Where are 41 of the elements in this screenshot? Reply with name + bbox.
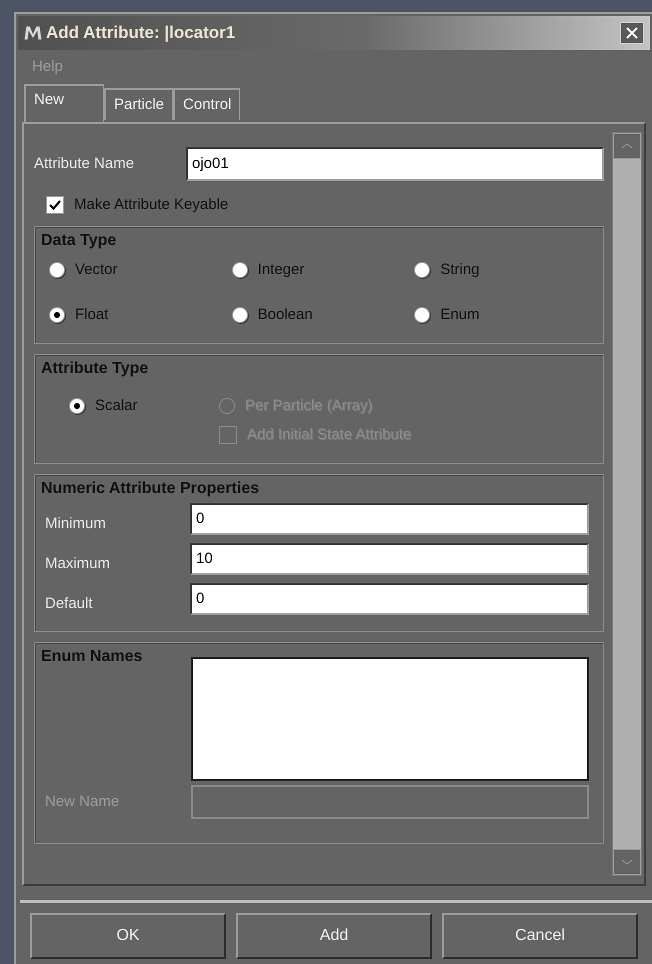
input-field[interactable]: 0	[190, 503, 589, 535]
radio-label: Float	[75, 304, 108, 324]
radio-button[interactable]	[49, 262, 65, 278]
tab[interactable]: Particle	[104, 88, 174, 120]
radio-label: Vector	[75, 260, 118, 280]
input-field[interactable]: 10	[190, 543, 589, 575]
radio-button[interactable]	[49, 306, 65, 323]
close-icon	[626, 27, 638, 39]
radio-label: Enum	[440, 304, 480, 324]
window-title: Add Attribute: |locator1	[46, 22, 236, 44]
radio-label: Integer	[258, 260, 304, 280]
field-label: Maximum	[45, 554, 112, 574]
radio-label: Scalar	[95, 396, 138, 416]
radio-label: Boolean	[258, 304, 313, 324]
field-label: Attribute Name	[34, 154, 136, 174]
tab[interactable]: New	[24, 84, 104, 122]
group-title: Enum Names	[41, 647, 144, 667]
tab[interactable]: Control	[173, 88, 240, 120]
input-field[interactable]	[191, 785, 589, 819]
dialog-button[interactable]: Cancel	[442, 913, 638, 959]
input-field[interactable]: 0	[190, 583, 589, 615]
field-label: Default	[45, 594, 94, 614]
checkbox[interactable]	[46, 196, 64, 214]
field-label: New Name	[45, 792, 120, 812]
dialog-button[interactable]: Add	[236, 913, 432, 959]
field-label: Minimum	[45, 514, 107, 534]
group-title: Attribute Type	[41, 359, 150, 379]
radio-button[interactable]	[232, 306, 248, 323]
radio-button[interactable]	[414, 262, 430, 278]
dialog-button[interactable]: OK	[30, 913, 226, 959]
radio-button[interactable]	[69, 398, 85, 414]
input-field[interactable]: ojo01	[186, 147, 604, 181]
close-button[interactable]	[620, 22, 644, 44]
checkmark-icon	[49, 199, 61, 211]
group-title: Data Type	[41, 231, 118, 251]
radio-label: String	[440, 260, 480, 280]
checkbox-label: Make Attribute Keyable	[74, 194, 228, 215]
radio-button[interactable]	[232, 262, 248, 278]
enum-list-box[interactable]	[191, 657, 589, 781]
group-title: Numeric Attribute Properties	[41, 479, 260, 499]
radio-button[interactable]	[414, 306, 430, 323]
